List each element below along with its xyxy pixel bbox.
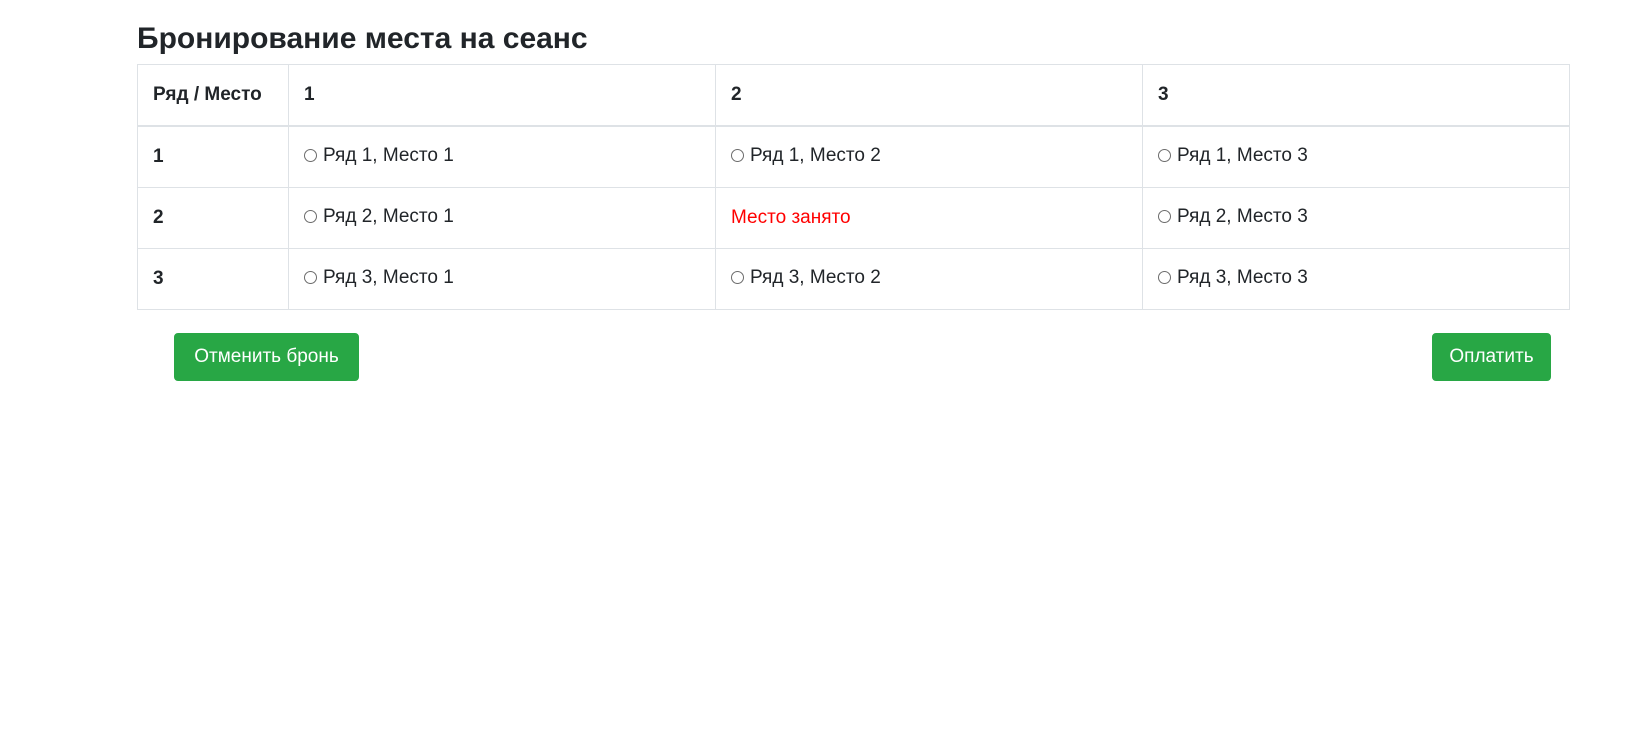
seat-label: Ряд 2, Место 1 <box>323 206 454 228</box>
seat-cell: Ряд 3, Место 3 <box>1142 248 1570 310</box>
seat-label: Ряд 3, Место 2 <box>750 267 881 289</box>
seat-label: Ряд 1, Место 1 <box>323 145 454 167</box>
seat-table: Ряд / Место 1 2 3 1 Ряд 1, Место 1 Ряд 1… <box>137 64 1570 310</box>
table-row: 2 Ряд 2, Место 1 Место занято Ряд 2, Мес… <box>137 187 1570 249</box>
booking-container: Бронирование места на сеанс Ряд / Место … <box>137 0 1570 310</box>
seat-radio[interactable] <box>1158 209 1171 223</box>
seat-option[interactable]: Ряд 1, Место 1 <box>304 145 454 167</box>
seat-label: Ряд 1, Место 3 <box>1177 145 1308 167</box>
seat-cell: Ряд 1, Место 2 <box>715 125 1143 188</box>
cancel-booking-button[interactable]: Отменить бронь <box>174 333 359 381</box>
seat-radio[interactable] <box>304 148 317 162</box>
seat-label: Ряд 2, Место 3 <box>1177 206 1308 228</box>
seat-label: Ряд 3, Место 1 <box>323 267 454 289</box>
page-title: Бронирование места на сеанс <box>137 22 588 55</box>
seat-radio[interactable] <box>1158 270 1171 284</box>
seat-cell: Ряд 1, Место 3 <box>1142 125 1570 188</box>
seat-cell: Ряд 2, Место 3 <box>1142 187 1570 249</box>
seat-cell: Ряд 3, Место 2 <box>715 248 1143 310</box>
pay-button[interactable]: Оплатить <box>1432 333 1551 381</box>
row-label: 3 <box>137 248 289 310</box>
seat-option[interactable]: Ряд 3, Место 3 <box>1158 267 1308 289</box>
seat-cell: Место занято <box>715 187 1143 249</box>
seat-option[interactable]: Ряд 2, Место 1 <box>304 206 454 228</box>
seat-radio[interactable] <box>304 270 317 284</box>
seat-label: Ряд 3, Место 3 <box>1177 267 1308 289</box>
seat-cell: Ряд 1, Место 1 <box>288 125 716 188</box>
seat-radio[interactable] <box>304 209 317 223</box>
seat-option[interactable]: Ряд 3, Место 1 <box>304 267 454 289</box>
row-label: 1 <box>137 125 289 188</box>
column-header-seat-1: 1 <box>288 64 716 127</box>
table-header-row: Ряд / Место 1 2 3 <box>137 64 1570 127</box>
seat-label: Ряд 1, Место 2 <box>750 145 881 167</box>
table-row: 3 Ряд 3, Место 1 Ряд 3, Место 2 Ряд 3, М… <box>137 248 1570 310</box>
seat-option[interactable]: Ряд 3, Место 2 <box>731 267 881 289</box>
seat-cell: Ряд 3, Место 1 <box>288 248 716 310</box>
seat-radio[interactable] <box>731 148 744 162</box>
column-header-row-seat: Ряд / Место <box>137 64 289 127</box>
seat-taken-text: Место занято <box>731 207 851 228</box>
row-label: 2 <box>137 187 289 249</box>
seat-option[interactable]: Ряд 1, Место 3 <box>1158 145 1308 167</box>
column-header-seat-2: 2 <box>715 64 1143 127</box>
seat-option[interactable]: Ряд 2, Место 3 <box>1158 206 1308 228</box>
seat-radio[interactable] <box>1158 148 1171 162</box>
seat-option[interactable]: Ряд 1, Место 2 <box>731 145 881 167</box>
seat-radio[interactable] <box>731 270 744 284</box>
seat-cell: Ряд 2, Место 1 <box>288 187 716 249</box>
column-header-seat-3: 3 <box>1142 64 1570 127</box>
table-row: 1 Ряд 1, Место 1 Ряд 1, Место 2 Ряд 1, М… <box>137 125 1570 188</box>
